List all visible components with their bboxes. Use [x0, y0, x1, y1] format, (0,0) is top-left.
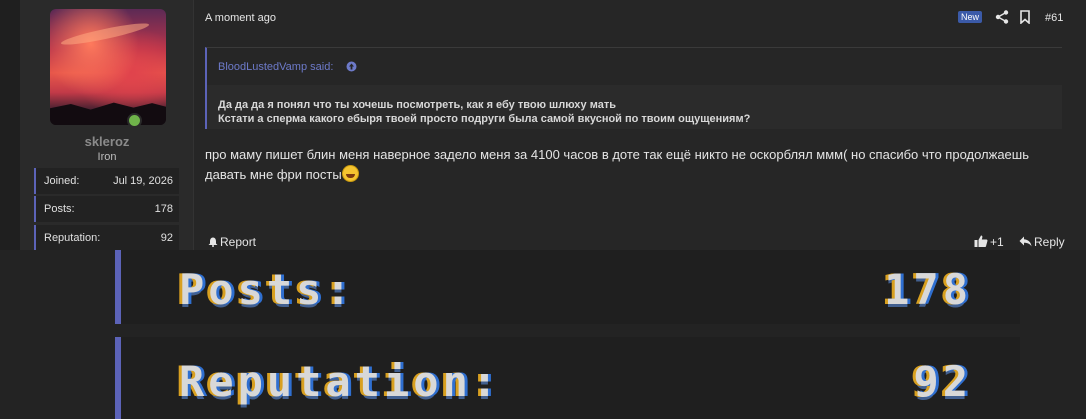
avatar-cloud	[59, 19, 151, 49]
stat-joined: Joined: Jul 19, 2026	[34, 168, 179, 194]
avatar[interactable]	[50, 9, 166, 125]
zoomed-stat-posts: Posts: 178	[115, 250, 1020, 324]
quote-line: Кстати а сперма какого ебыря твоей прост…	[218, 113, 751, 125]
zoomed-stat-label: Posts:	[179, 265, 355, 314]
zoomed-stats-overlay: Posts: 178 Reputation: 92	[0, 250, 1086, 419]
message-line: про маму пишет блин меня наверное задело…	[205, 147, 1029, 162]
post-timestamp[interactable]: A moment ago	[205, 12, 276, 24]
report-label: Report	[220, 235, 257, 249]
new-badge: New	[958, 11, 983, 23]
stat-label: Posts:	[44, 203, 75, 215]
user-sidebar: skleroz Iron Joined: Jul 19, 2026 Posts:…	[20, 0, 194, 251]
zoomed-stat-reputation: Reputation: 92	[115, 337, 1020, 419]
stat-reputation: Reputation: 92	[34, 225, 179, 251]
share-icon[interactable]	[995, 10, 1009, 24]
avatar-hills	[50, 102, 166, 125]
message-line: давать мне фри посты	[205, 167, 342, 182]
post-number[interactable]: #61	[1045, 12, 1063, 24]
report-button[interactable]: Report	[208, 235, 256, 249]
stat-value: 92	[160, 232, 173, 244]
laughing-emoji-icon	[341, 165, 359, 182]
quote-text: Да да да я понял что ты хочешь посмотрет…	[218, 98, 750, 126]
online-status-indicator	[127, 113, 142, 128]
bell-icon	[208, 237, 218, 247]
stat-value: 178	[154, 203, 173, 215]
username[interactable]: skleroz	[20, 134, 194, 149]
zoomed-stat-label: Reputation:	[179, 357, 502, 406]
stat-value: Jul 19, 2026	[113, 175, 173, 187]
arrow-up-icon[interactable]	[346, 61, 357, 72]
reply-label: Reply	[1034, 235, 1065, 249]
reply-arrow-icon	[1019, 236, 1032, 247]
quote-block: BloodLustedVamp said: Да да да я понял ч…	[205, 47, 1062, 129]
stat-posts: Posts: 178	[34, 196, 179, 222]
forum-post: skleroz Iron Joined: Jul 19, 2026 Posts:…	[0, 0, 1086, 251]
zoomed-stat-value: 178	[884, 265, 972, 314]
stat-label: Reputation:	[44, 232, 101, 244]
quote-line: Да да да я понял что ты хочешь посмотрет…	[218, 99, 616, 111]
thumbs-up-icon	[974, 235, 988, 247]
left-rail	[0, 0, 20, 250]
bookmark-icon[interactable]	[1019, 10, 1031, 24]
quote-header: BloodLustedVamp said:	[207, 48, 1062, 85]
stat-label: Joined:	[44, 175, 80, 187]
reply-button[interactable]: Reply	[1019, 235, 1065, 249]
like-count: +1	[990, 235, 1004, 249]
zoomed-stat-value: 92	[913, 357, 972, 406]
user-title: Iron	[97, 151, 117, 163]
post-message: про маму пишет блин меня наверное задело…	[205, 145, 1075, 185]
quote-author[interactable]: BloodLustedVamp said:	[218, 61, 333, 73]
message-line-2: давать мне фри посты	[205, 165, 1075, 185]
like-button[interactable]: +1	[974, 235, 1004, 249]
